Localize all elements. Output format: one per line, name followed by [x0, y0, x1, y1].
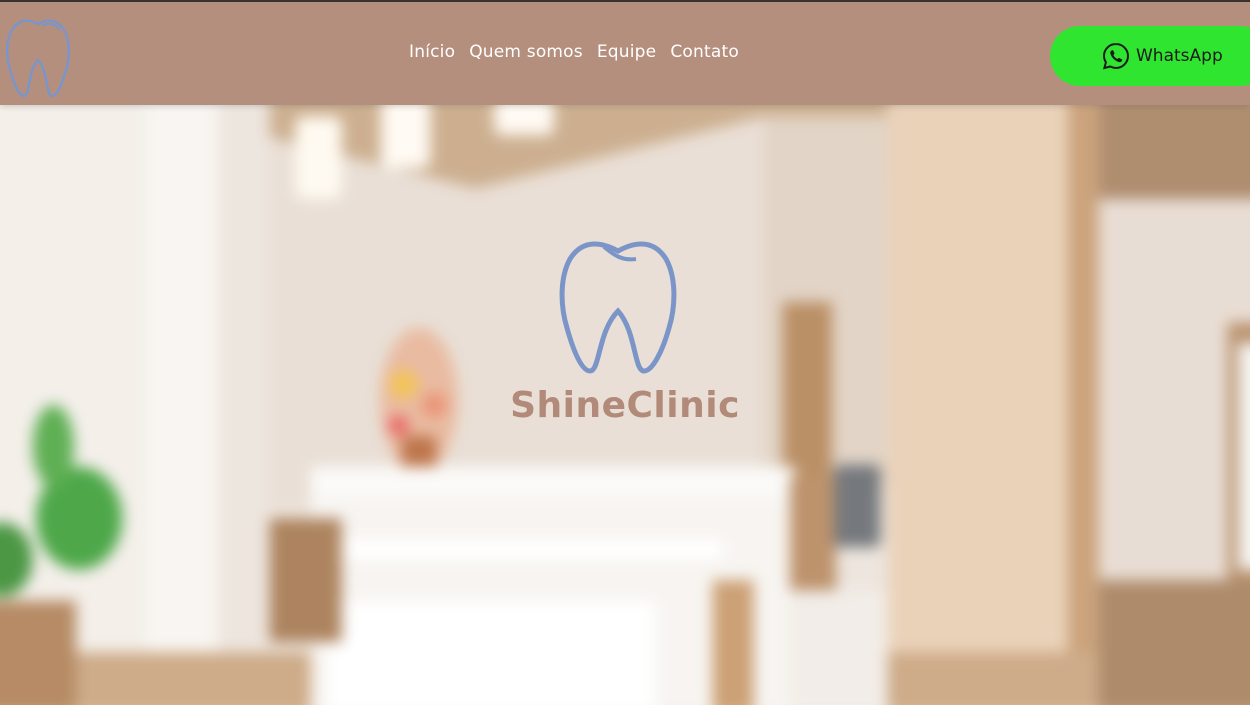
- top-navbar: Início Quem somos Equipe Contato WhatsAp…: [0, 0, 1250, 105]
- nav-link-quem-somos[interactable]: Quem somos: [462, 42, 590, 62]
- whatsapp-button[interactable]: WhatsApp: [1050, 26, 1250, 86]
- nav-link-inicio[interactable]: Início: [402, 42, 462, 62]
- hero-section: ShineClinic: [0, 105, 1250, 705]
- whatsapp-icon: [1102, 42, 1130, 70]
- brand-name: ShineClinic: [510, 385, 740, 426]
- nav-link-contato[interactable]: Contato: [663, 42, 746, 62]
- nav-link-equipe[interactable]: Equipe: [590, 42, 663, 62]
- tooth-icon[interactable]: [2, 12, 74, 98]
- whatsapp-label: WhatsApp: [1136, 46, 1223, 66]
- tooth-icon: [559, 241, 677, 374]
- main-nav: Início Quem somos Equipe Contato: [402, 42, 746, 62]
